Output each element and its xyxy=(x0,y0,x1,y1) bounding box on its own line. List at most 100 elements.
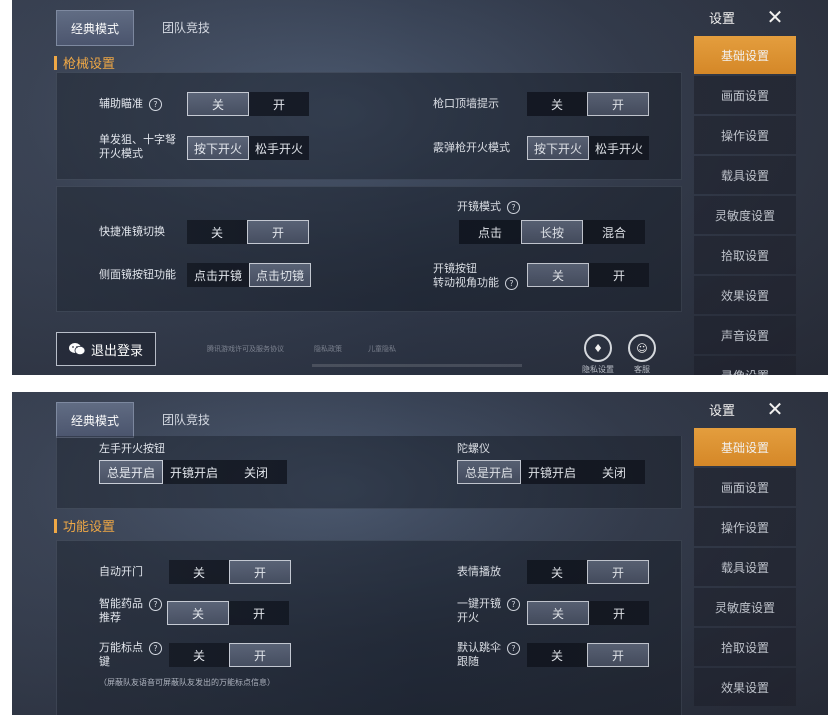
left-fire-always[interactable]: 总是开启 xyxy=(99,460,163,484)
section-title-function: 功能设置 xyxy=(54,516,115,535)
sidebar-item-vehicle[interactable]: 载具设置 xyxy=(694,156,796,194)
gyroscope-scope[interactable]: 开镜开启 xyxy=(521,460,583,484)
settings-panel-top: 经典模式 团队竞技 枪械设置 辅助瞄准? 关 开 枪口顶墙提示 关 开 单发狙、… xyxy=(12,0,828,375)
help-icon[interactable]: ? xyxy=(505,276,518,290)
sidebar-item-pickup[interactable]: 拾取设置 xyxy=(694,236,796,274)
scope-mode-tap[interactable]: 点击 xyxy=(459,220,521,244)
side-scope-toggle: 点击开镜 点击切镜 xyxy=(187,263,311,287)
customer-service-label: 客服 xyxy=(634,365,650,374)
sidebar-item-replay[interactable]: 录像设置 xyxy=(694,356,796,375)
smart-meds-off[interactable]: 关 xyxy=(167,601,229,625)
universal-mark-off[interactable]: 关 xyxy=(169,643,229,667)
scrollbar[interactable] xyxy=(312,364,522,367)
emote-play-on[interactable]: 开 xyxy=(587,560,649,584)
gyroscope-off[interactable]: 关闭 xyxy=(583,460,645,484)
sniper-fire-mode-toggle: 按下开火 松手开火 xyxy=(187,136,309,160)
help-icon[interactable]: ? xyxy=(149,97,162,111)
scope-mode-hold[interactable]: 长按 xyxy=(521,220,583,244)
sidebar-title: 设置 xyxy=(708,403,735,419)
help-icon[interactable]: ? xyxy=(507,641,520,655)
settings-panel-bottom: 经典模式 团队竞技 左手开火按钮 总是开启 开镜开启 关闭 陀螺仪 总是开启 开… xyxy=(12,392,828,715)
gyroscope-always[interactable]: 总是开启 xyxy=(457,460,521,484)
emote-play-off[interactable]: 关 xyxy=(527,560,587,584)
tab-classic[interactable]: 经典模式 xyxy=(56,10,134,46)
shotgun-press-fire[interactable]: 按下开火 xyxy=(527,136,589,160)
sidebar-item-graphics[interactable]: 画面设置 xyxy=(694,468,796,506)
tab-team[interactable]: 团队竞技 xyxy=(148,402,224,436)
one-key-scope-off[interactable]: 关 xyxy=(527,601,589,625)
faded-text-2[interactable]: 隐私政策 xyxy=(314,344,342,354)
smart-meds-line2: 推荐 xyxy=(99,611,121,624)
emote-play-toggle: 关 开 xyxy=(527,560,649,584)
one-key-scope-toggle: 关 开 xyxy=(527,601,649,625)
default-follow-line2: 跟随 xyxy=(457,655,479,668)
auto-door-off[interactable]: 关 xyxy=(169,560,229,584)
sniper-press-fire[interactable]: 按下开火 xyxy=(187,136,249,160)
sidebar-item-controls[interactable]: 操作设置 xyxy=(694,508,796,546)
sidebar-item-basic[interactable]: 基础设置 xyxy=(694,36,796,74)
scope-mode-toggle: 点击 长按 混合 xyxy=(459,220,645,244)
scope-turn-off[interactable]: 关 xyxy=(527,263,589,287)
sniper-release-fire[interactable]: 松手开火 xyxy=(249,136,309,160)
universal-mark-line1-text: 万能标点 xyxy=(99,641,143,654)
sidebar-title: 设置 xyxy=(708,11,735,27)
logout-label: 退出登录 xyxy=(90,343,143,359)
logout-button[interactable]: 退出登录 xyxy=(56,332,156,366)
muzzle-hint-off[interactable]: 关 xyxy=(527,92,587,116)
quick-scope-toggle: 关 开 xyxy=(187,220,309,244)
sidebar-item-effects[interactable]: 效果设置 xyxy=(694,276,796,314)
auto-door-label: 自动开门 xyxy=(99,565,143,578)
shotgun-fire-mode-toggle: 按下开火 松手开火 xyxy=(527,136,649,160)
smart-meds-line1: 智能药品? xyxy=(99,597,162,611)
gyroscope-toggle: 总是开启 开镜开启 关闭 xyxy=(457,460,645,484)
left-fire-off[interactable]: 关闭 xyxy=(225,460,287,484)
faded-text-1[interactable]: 腾讯游戏许可及服务协议 xyxy=(207,344,284,354)
one-key-scope-on[interactable]: 开 xyxy=(589,601,649,625)
sidebar-item-graphics[interactable]: 画面设置 xyxy=(694,76,796,114)
weapon-card-1: 辅助瞄准? 关 开 枪口顶墙提示 关 开 单发狙、十字弩 开火模式 按下开火 松… xyxy=(56,72,682,180)
sidebar-item-controls[interactable]: 操作设置 xyxy=(694,116,796,154)
help-icon[interactable]: ? xyxy=(149,597,162,611)
gyroscope-label: 陀螺仪 xyxy=(457,442,490,455)
smart-meds-toggle: 关 开 xyxy=(167,601,289,625)
privacy-settings-label: 隐私设置 xyxy=(582,365,614,374)
weapon-card-2: 开镜模式? 快捷准镜切换 关 开 点击 长按 混合 侧面镜按钮功能 点击开镜 点… xyxy=(56,186,682,312)
left-fire-scope[interactable]: 开镜开启 xyxy=(163,460,225,484)
sidebar-header: 设置 ✕ xyxy=(684,392,800,426)
aim-assist-on[interactable]: 开 xyxy=(249,92,309,116)
aim-assist-off[interactable]: 关 xyxy=(187,92,249,116)
sidebar-item-sound[interactable]: 声音设置 xyxy=(694,316,796,354)
default-follow-off[interactable]: 关 xyxy=(527,643,587,667)
close-icon[interactable]: ✕ xyxy=(760,2,790,32)
scope-turn-on[interactable]: 开 xyxy=(589,263,649,287)
help-icon[interactable]: ? xyxy=(149,641,162,655)
quick-scope-off[interactable]: 关 xyxy=(187,220,247,244)
customer-service-button[interactable]: ☺ 客服 xyxy=(622,334,662,375)
shotgun-release-fire[interactable]: 松手开火 xyxy=(589,136,649,160)
sidebar-item-effects[interactable]: 效果设置 xyxy=(694,668,796,706)
tab-team[interactable]: 团队竞技 xyxy=(148,10,224,44)
muzzle-hint-on[interactable]: 开 xyxy=(587,92,649,116)
sidebar-item-sensitivity[interactable]: 灵敏度设置 xyxy=(694,196,796,234)
help-icon[interactable]: ? xyxy=(507,200,520,214)
default-follow-on[interactable]: 开 xyxy=(587,643,649,667)
aim-assist-label: 辅助瞄准? xyxy=(99,97,162,111)
tab-classic[interactable]: 经典模式 xyxy=(56,402,134,438)
one-key-scope-line2: 开火 xyxy=(457,611,479,624)
shotgun-fire-mode-label: 霰弹枪开火模式 xyxy=(433,141,510,154)
auto-door-on[interactable]: 开 xyxy=(229,560,291,584)
scope-mode-mixed[interactable]: 混合 xyxy=(583,220,645,244)
smart-meds-on[interactable]: 开 xyxy=(229,601,289,625)
privacy-settings-button[interactable]: ♦ 隐私设置 xyxy=(578,334,618,375)
universal-mark-on[interactable]: 开 xyxy=(229,643,291,667)
quick-scope-on[interactable]: 开 xyxy=(247,220,309,244)
side-scope-open[interactable]: 点击开镜 xyxy=(187,263,249,287)
sidebar-item-vehicle[interactable]: 载具设置 xyxy=(694,548,796,586)
help-icon[interactable]: ? xyxy=(507,597,520,611)
faded-text-3[interactable]: 儿童隐私 xyxy=(368,344,396,354)
side-scope-switch[interactable]: 点击切镜 xyxy=(249,263,311,287)
sidebar-item-sensitivity[interactable]: 灵敏度设置 xyxy=(694,588,796,626)
sidebar-item-basic[interactable]: 基础设置 xyxy=(694,428,796,466)
close-icon[interactable]: ✕ xyxy=(760,394,790,424)
sidebar-item-pickup[interactable]: 拾取设置 xyxy=(694,628,796,666)
